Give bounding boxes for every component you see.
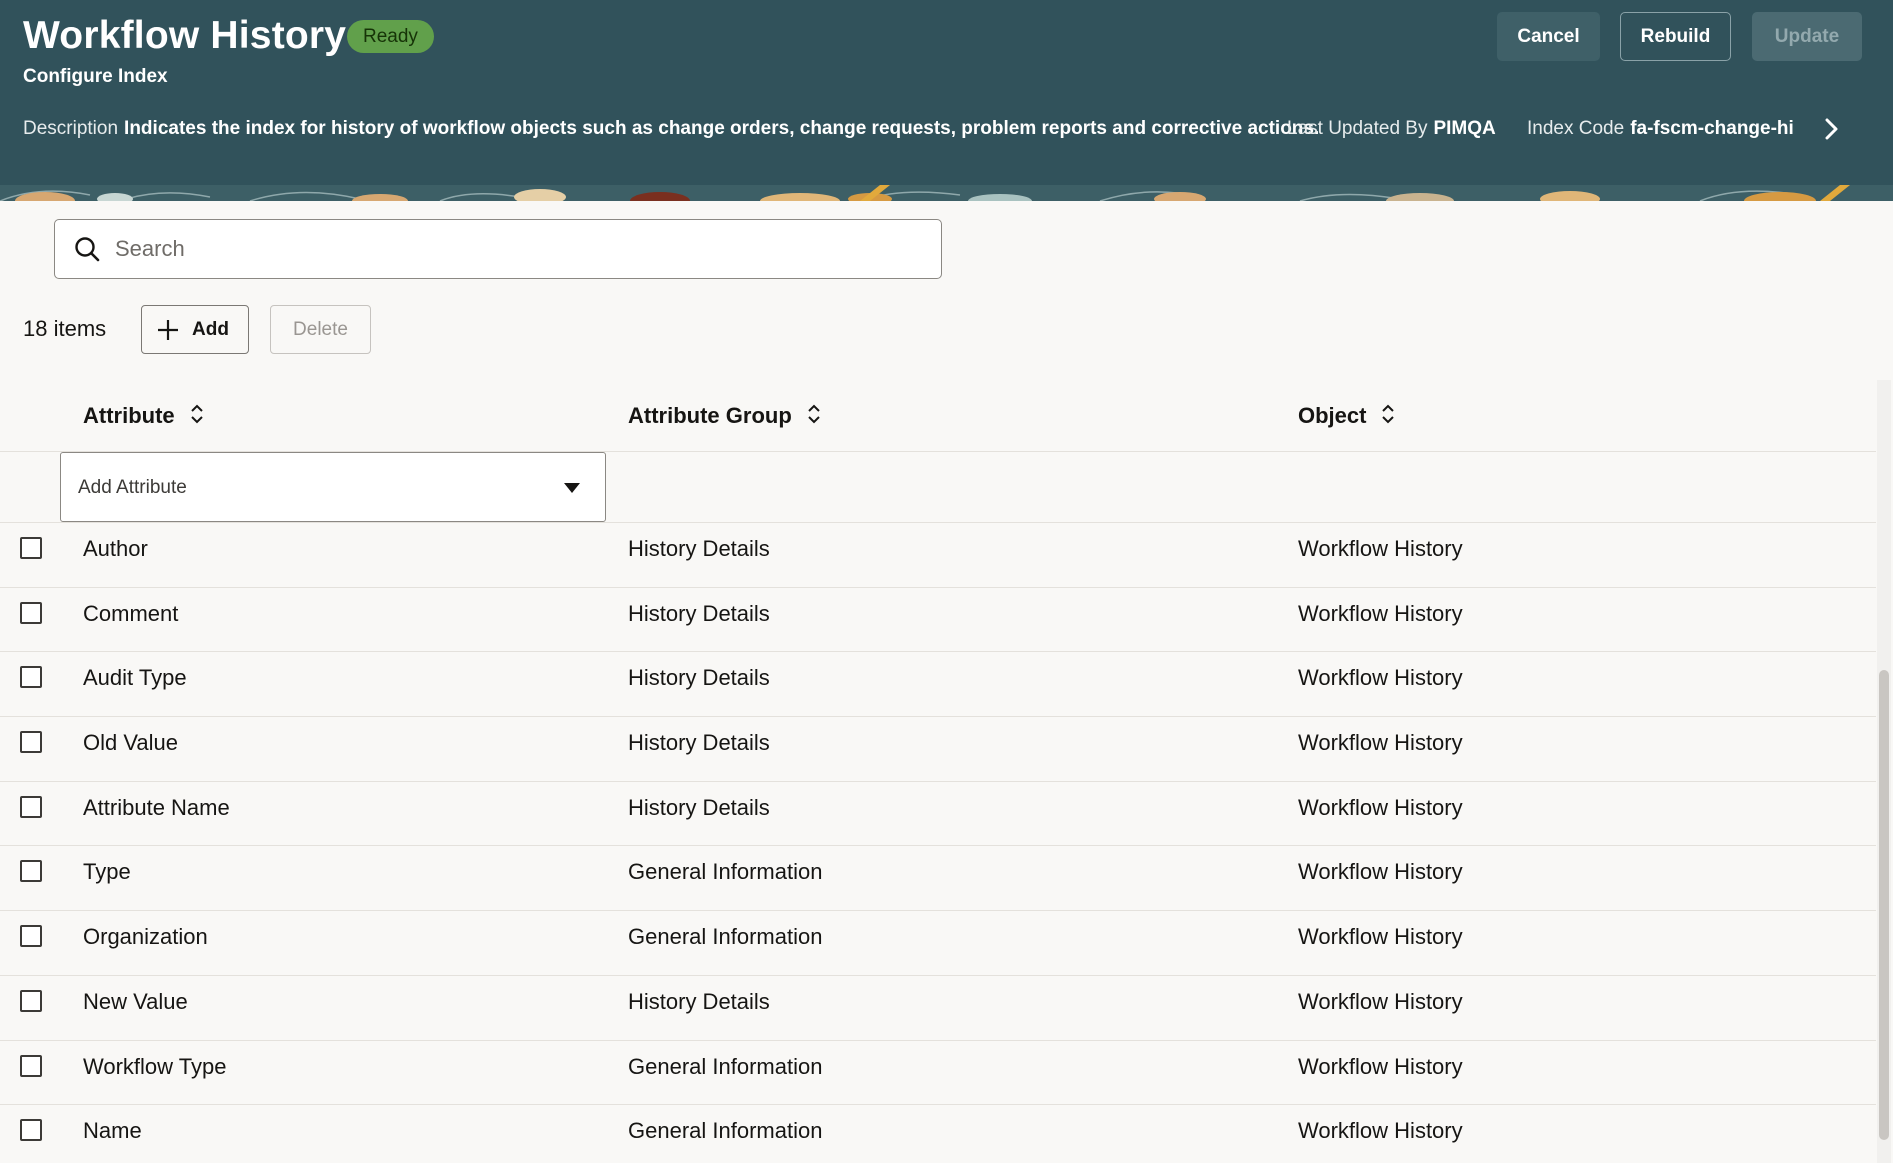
- chevron-right-icon[interactable]: [1820, 116, 1842, 142]
- cell-object: Workflow History: [1298, 1118, 1463, 1144]
- cell-object: Workflow History: [1298, 988, 1463, 1014]
- page-header: Workflow History Ready Configure Index C…: [0, 0, 1893, 185]
- cell-attribute: Workflow Type: [83, 1053, 227, 1079]
- table-row[interactable]: New Value History Details Workflow History: [0, 976, 1876, 1041]
- column-header-label: Attribute Group: [628, 403, 792, 428]
- add-attribute-row: Add Attribute: [0, 452, 1876, 523]
- cell-object: Workflow History: [1298, 730, 1463, 756]
- column-header-attribute-group[interactable]: Attribute Group: [628, 402, 822, 429]
- cell-attribute-group: History Details: [628, 536, 770, 561]
- cell-attribute: Type: [83, 859, 131, 885]
- cell-attribute-group: General Information: [628, 859, 823, 885]
- cell-object: Workflow History: [1298, 1053, 1463, 1079]
- description-value: Indicates the index for history of workf…: [124, 118, 1320, 139]
- row-checkbox[interactable]: [20, 795, 42, 818]
- cell-attribute: Name: [83, 1118, 142, 1144]
- sort-icon[interactable]: [1380, 402, 1396, 426]
- table-row[interactable]: Audit Type History Details Workflow Histor…: [0, 652, 1876, 718]
- table-body: Author History Details Workflow History Co…: [0, 523, 1876, 1163]
- banner-pattern: [0, 185, 1893, 201]
- page-subtitle: Configure Index: [23, 66, 168, 87]
- row-checkbox[interactable]: [20, 1054, 42, 1077]
- cell-attribute: Author: [83, 536, 148, 561]
- cell-attribute: New Value: [83, 988, 188, 1014]
- sort-icon[interactable]: [806, 402, 822, 426]
- row-checkbox[interactable]: [20, 860, 42, 883]
- index-code-label: Index Code: [1527, 118, 1625, 139]
- add-attribute-select[interactable]: Add Attribute: [60, 452, 606, 522]
- plus-icon: [158, 320, 178, 340]
- scrollbar-thumb[interactable]: [1879, 670, 1889, 1140]
- row-checkbox[interactable]: [20, 731, 42, 754]
- add-attribute-placeholder: Add Attribute: [78, 477, 187, 498]
- table-row[interactable]: Old Value History Details Workflow History: [0, 717, 1876, 782]
- column-header-object[interactable]: Object: [1298, 402, 1396, 429]
- index-code-value: fa-fscm-change-hi: [1630, 118, 1794, 139]
- decorative-banner: [0, 185, 1893, 201]
- cell-attribute: Comment: [83, 600, 179, 626]
- row-checkbox[interactable]: [20, 925, 42, 948]
- cell-object: Workflow History: [1298, 600, 1463, 626]
- column-header-label: Attribute: [83, 403, 175, 428]
- item-count: 18 items: [23, 316, 107, 341]
- cell-attribute-group: General Information: [628, 924, 823, 950]
- cell-attribute-group: History Details: [628, 665, 770, 691]
- cell-attribute: Organization: [83, 924, 208, 950]
- cell-attribute-group: General Information: [628, 1053, 823, 1079]
- cell-attribute: Attribute Name: [83, 794, 230, 820]
- row-checkbox[interactable]: [20, 1119, 42, 1142]
- table-row[interactable]: Attribute Name History Details Workflow Hi…: [0, 782, 1876, 847]
- table-row[interactable]: Workflow Type General Information Workflow…: [0, 1041, 1876, 1106]
- search-input[interactable]: [115, 220, 915, 278]
- page-title: Workflow History: [23, 14, 347, 57]
- cell-attribute-group: General Information: [628, 1118, 823, 1144]
- row-checkbox[interactable]: [20, 537, 42, 559]
- update-button[interactable]: Update: [1752, 12, 1862, 61]
- table-row[interactable]: Organization General Information Workflow …: [0, 911, 1876, 976]
- cell-attribute-group: History Details: [628, 794, 770, 820]
- table-row[interactable]: Comment History Details Workflow History: [0, 588, 1876, 653]
- row-checkbox[interactable]: [20, 989, 42, 1012]
- cell-object: Workflow History: [1298, 794, 1463, 820]
- cell-object: Workflow History: [1298, 924, 1463, 950]
- last-updated-value: PIMQA: [1433, 118, 1496, 139]
- table-row[interactable]: Author History Details Workflow History: [0, 523, 1876, 588]
- cell-attribute-group: History Details: [628, 600, 770, 626]
- last-updated-label: Last Updated By: [1287, 118, 1428, 139]
- column-header-label: Object: [1298, 403, 1367, 428]
- column-header-attribute[interactable]: Attribute: [83, 402, 205, 429]
- cell-object: Workflow History: [1298, 859, 1463, 885]
- sort-icon[interactable]: [189, 402, 205, 426]
- header-metadata: Description Indicates the index for histo…: [23, 118, 1794, 140]
- description-label: Description: [23, 118, 119, 139]
- cell-attribute: Old Value: [83, 730, 178, 756]
- table-row[interactable]: Type General Information Workflow History: [0, 846, 1876, 912]
- add-button[interactable]: Add: [141, 305, 249, 354]
- search-icon: [75, 237, 100, 262]
- cell-attribute: Audit Type: [83, 665, 187, 691]
- status-badge: Ready: [347, 20, 434, 53]
- row-checkbox[interactable]: [20, 666, 42, 689]
- vertical-scrollbar[interactable]: [1877, 380, 1891, 1163]
- cell-attribute-group: History Details: [628, 730, 770, 756]
- row-checkbox[interactable]: [20, 601, 42, 624]
- search-box[interactable]: [54, 219, 942, 279]
- cancel-button[interactable]: Cancel: [1497, 12, 1600, 61]
- delete-button[interactable]: Delete: [270, 305, 371, 354]
- rebuild-button[interactable]: Rebuild: [1620, 12, 1731, 61]
- table-row[interactable]: Name General Information Workflow History: [0, 1105, 1876, 1163]
- cell-object: Workflow History: [1298, 536, 1463, 561]
- caret-down-icon: [564, 483, 580, 493]
- cell-object: Workflow History: [1298, 665, 1463, 691]
- cell-attribute-group: History Details: [628, 988, 770, 1014]
- table-header: Attribute Attribute Group Object: [0, 380, 1876, 452]
- add-button-label: Add: [192, 319, 229, 340]
